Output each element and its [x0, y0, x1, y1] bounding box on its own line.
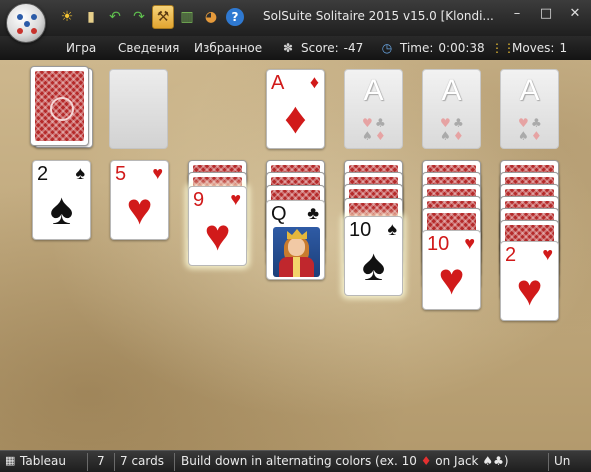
status-hint-text: ) — [503, 454, 509, 468]
time-label: Time: — [400, 41, 434, 55]
waste-empty-slot[interactable] — [109, 69, 168, 149]
heart-suit-icon: ♥ — [516, 266, 543, 315]
card-rank: 10 — [349, 219, 372, 241]
stock-pile[interactable] — [30, 66, 89, 146]
quick-access-toolbar: ☀ ▮ ↶ ↷ ⚒ ▥ ◕ ? — [56, 5, 246, 29]
waste-card-ace-diamonds[interactable]: A ♦ ♦ — [266, 69, 325, 149]
menu-game[interactable]: Игра — [66, 41, 96, 55]
status-hint-text: Build down in alternating colors (ex. 10 — [181, 454, 421, 468]
foundation-letter: A — [363, 74, 384, 107]
app-logo-icon — [17, 14, 37, 34]
tableau-2-card-5-hearts[interactable]: 5 ♥ ♥ — [110, 160, 169, 240]
score-icon: ✽ — [282, 41, 294, 55]
card-rank: A — [271, 72, 285, 94]
moves-stat: ⋮⋮ Moves: 1 — [491, 41, 567, 55]
club-suit-icon: ♣ — [531, 116, 542, 130]
card-rank: 2 — [37, 163, 49, 185]
club-suit-icon: ♣ — [493, 454, 504, 468]
heart-suit-icon: ♥ — [438, 255, 465, 304]
game-table: A ♦ ♦ A ♥ ♣ ♠ ♦ A ♥ ♣ ♠ ♦ A ♥ ♣ ♠ ♦ 2 ♠ … — [0, 60, 591, 450]
card-rank: Q — [271, 203, 287, 225]
menu-bar: Игра Сведения Избранное ✽ Score: -47 ◷ T… — [0, 36, 591, 60]
foundation-letter: A — [441, 74, 462, 107]
spade-suit-icon: ♠ — [482, 454, 494, 468]
status-area-icon: ▦ — [5, 454, 16, 467]
spade-suit-icon: ♠ — [75, 163, 85, 183]
card-rank: 2 — [505, 244, 517, 266]
card-rank: 10 — [427, 233, 450, 255]
statistics-icon[interactable]: ▥ — [176, 5, 198, 29]
club-suit-icon: ♣ — [307, 203, 319, 223]
heart-suit-icon: ♥ — [440, 116, 451, 130]
status-area: Tableau — [20, 454, 66, 468]
help-icon[interactable]: ? — [226, 8, 244, 26]
card-rank: 5 — [115, 163, 127, 185]
heart-suit-icon: ♥ — [204, 211, 231, 260]
diamond-suit-icon: ♦ — [375, 129, 386, 143]
status-column: 7 — [97, 454, 105, 468]
tableau-1-card-2-spades[interactable]: 2 ♠ ♠ — [32, 160, 91, 240]
tableau-4-card-queen-clubs[interactable]: Q ♣ — [266, 200, 325, 280]
heart-suit-icon: ♥ — [518, 116, 529, 130]
tableau-7-card-2-hearts[interactable]: 2 ♥ ♥ — [500, 241, 559, 321]
spade-suit-icon: ♠ — [518, 129, 529, 143]
time-stat: ◷ Time: 0:00:38 — [379, 41, 485, 55]
tableau-3-card-9-hearts[interactable]: 9 ♥ ♥ — [188, 186, 247, 266]
moves-value: 1 — [559, 41, 568, 55]
status-undo-info: Un — [554, 454, 571, 468]
hint-hammer-icon[interactable]: ⚒ — [152, 5, 174, 29]
app-menu-button[interactable] — [6, 3, 46, 43]
status-hint-text: on Jack — [431, 454, 483, 468]
diamond-suit-icon: ♦ — [531, 129, 542, 143]
redo-icon[interactable]: ↷ — [128, 5, 150, 29]
new-game-sun-icon[interactable]: ☀ — [56, 5, 78, 29]
foundation-1[interactable]: A ♥ ♣ ♠ ♦ — [344, 69, 403, 149]
menu-info[interactable]: Сведения — [118, 41, 179, 55]
tableau-5-card-10-spades[interactable]: 10 ♠ ♠ — [344, 216, 403, 296]
clock-icon: ◷ — [381, 41, 393, 55]
diamond-suit-icon: ♦ — [420, 454, 432, 468]
tableau-6-card-10-hearts[interactable]: 10 ♥ ♥ — [422, 230, 481, 310]
footsteps-icon: ⋮⋮ — [491, 41, 515, 55]
heart-suit-icon: ♥ — [542, 244, 553, 264]
score-stat: ✽ Score: -47 — [280, 41, 363, 55]
score-value: -47 — [343, 41, 364, 55]
diamond-suit-icon: ♦ — [284, 94, 307, 143]
window-title: SolSuite Solitaire 2015 v15.0 [Klondi... — [263, 9, 494, 23]
spade-suit-icon: ♠ — [387, 219, 397, 239]
deal-cards-icon[interactable]: ▮ — [80, 5, 102, 29]
maximize-icon[interactable]: □ — [535, 6, 557, 21]
menu-favorites[interactable]: Избранное — [194, 41, 262, 55]
diamond-suit-icon: ♦ — [453, 129, 464, 143]
heart-suit-icon: ♥ — [464, 233, 475, 253]
spade-suit-icon: ♠ — [440, 129, 451, 143]
score-label: Score: — [301, 41, 339, 55]
heart-suit-icon: ♥ — [126, 185, 153, 234]
palette-icon[interactable]: ◕ — [200, 5, 222, 29]
queen-portrait-icon — [273, 227, 320, 277]
club-suit-icon: ♣ — [453, 116, 464, 130]
card-rank: 9 — [193, 189, 205, 211]
title-bar: ☀ ▮ ↶ ↷ ⚒ ▥ ◕ ? SolSuite Solitaire 2015 … — [0, 0, 591, 43]
foundation-3[interactable]: A ♥ ♣ ♠ ♦ — [500, 69, 559, 149]
heart-suit-icon: ♥ — [230, 189, 241, 209]
status-bar: ▦ Tableau 7 7 cards Build down in altern… — [0, 450, 591, 472]
close-icon[interactable]: ✕ — [564, 6, 586, 21]
spade-suit-icon: ♠ — [361, 241, 386, 290]
heart-suit-icon: ♥ — [152, 163, 163, 183]
status-card-count: 7 cards — [120, 454, 164, 468]
spade-suit-icon: ♠ — [362, 129, 373, 143]
moves-label: Moves: — [512, 41, 555, 55]
time-value: 0:00:38 — [438, 41, 485, 55]
foundation-letter: A — [519, 74, 540, 107]
spade-suit-icon: ♠ — [49, 185, 74, 234]
minimize-icon[interactable]: – — [506, 6, 528, 21]
foundation-2[interactable]: A ♥ ♣ ♠ ♦ — [422, 69, 481, 149]
undo-icon[interactable]: ↶ — [104, 5, 126, 29]
club-suit-icon: ♣ — [375, 116, 386, 130]
diamond-suit-icon: ♦ — [309, 72, 319, 92]
status-hint: Build down in alternating colors (ex. 10… — [181, 454, 509, 468]
heart-suit-icon: ♥ — [362, 116, 373, 130]
